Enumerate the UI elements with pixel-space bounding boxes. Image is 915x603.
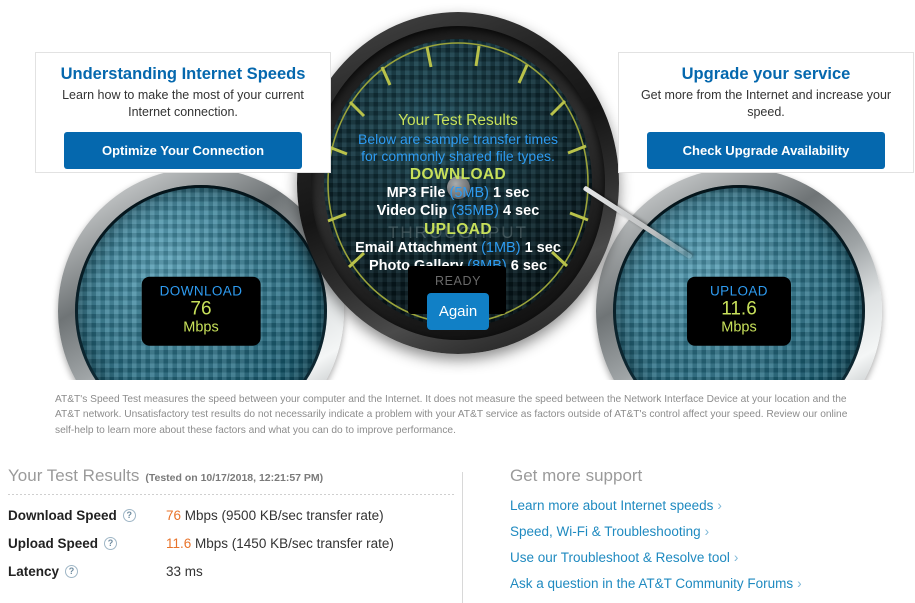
status-text: READY [434,274,482,288]
support-link-label: Use our Troubleshoot & Resolve tool [510,550,730,565]
transfer-name: MP3 File [386,184,446,201]
center-results-title: Your Test Results [398,112,518,129]
transfer-time: 1 sec [493,184,530,201]
bottom-section: Your Test Results (Tested on 10/17/2018,… [0,466,915,603]
center-results-subtitle-2: for commonly shared file types. [361,147,555,164]
result-row-upload-speed: Upload Speed ? 11.6 Mbps (1450 KB/sec tr… [8,536,456,551]
help-icon[interactable]: ? [104,537,118,550]
results-divider [8,494,456,495]
transfer-size: (35MB) [451,202,499,219]
support-link-resolve-tool[interactable]: Use our Troubleshoot & Resolve tool › [510,550,905,565]
promo-card-description: Learn how to make the most of your curre… [62,88,304,119]
promo-card-title: Upgrade your service [681,65,851,83]
result-value: 76 Mbps (9500 KB/sec transfer rate) [166,508,384,523]
upload-readout-unit: Mbps [721,320,757,337]
result-rest: 33 ms [166,564,203,579]
center-upload-heading: UPLOAD [424,221,492,239]
transfer-time: 6 sec [510,257,548,274]
support-link-label: Ask a question in the AT&T Community For… [510,576,794,591]
speed-test-page: DOWNLOAD 76 Mbps UPLOAD 11.6 Mbps THROUG… [0,0,915,603]
optimize-connection-button[interactable]: Optimize Your Connection [64,132,302,169]
transfer-row: MP3 File (5MB) 1 sec [323,185,593,203]
download-readout: DOWNLOAD 76 Mbps [141,276,261,346]
result-label-text: Upload Speed [8,536,99,551]
support-panel: Get more support Learn more about Intern… [510,466,905,602]
support-link-label: Learn more about Internet speeds [510,498,714,513]
promo-card-understanding-speeds: Understanding Internet Speeds Learn how … [35,52,331,173]
download-readout-unit: Mbps [183,320,219,337]
upload-readout-value: 11.6 [721,298,757,320]
result-rest: Mbps (1450 KB/sec transfer rate) [191,536,394,551]
result-value: 33 ms [166,564,203,579]
transfer-time: 4 sec [502,202,540,219]
upload-readout: UPLOAD 11.6 Mbps [687,276,791,346]
result-value: 11.6 Mbps (1450 KB/sec transfer rate) [166,536,394,551]
result-number: 76 [166,508,182,523]
center-download-heading: DOWNLOAD [409,166,507,184]
transfer-row: Email Attachment (1MB) 1 sec [323,240,593,258]
help-icon[interactable]: ? [65,565,79,578]
transfer-size: (1MB) [481,240,521,257]
result-rest: Mbps (9500 KB/sec transfer rate) [181,508,384,523]
transfer-size: (5MB) [449,184,489,201]
disclaimer-text: AT&T's Speed Test measures the speed bet… [55,394,848,436]
support-title: Get more support [510,466,643,485]
support-link-troubleshooting[interactable]: Speed, Wi-Fi & Troubleshooting › [510,524,905,539]
promo-card-upgrade-service: Upgrade your service Get more from the I… [618,52,914,173]
test-results-timestamp: (Tested on 10/17/2018, 12:21:57 PM) [145,472,324,484]
center-results-subtitle-1: Below are sample transfer times [358,130,558,147]
transfer-time: 1 sec [524,240,561,257]
result-label-text: Latency [8,564,60,579]
result-number: 11.6 [166,536,192,551]
transfer-name: Video Clip [376,202,448,219]
center-gauge: THROUGHPUT Your Test Results Below are s… [297,8,693,358]
result-row-download-speed: Download Speed ? 76 Mbps (9500 KB/sec tr… [8,508,456,523]
support-link-internet-speeds[interactable]: Learn more about Internet speeds › [510,498,905,513]
chevron-right-icon: › [733,550,739,565]
support-link-label: Speed, Wi-Fi & Troubleshooting [510,524,701,539]
result-label: Upload Speed ? [8,536,166,551]
chevron-right-icon: › [797,576,802,591]
transfer-row: Video Clip (35MB) 4 sec [323,203,593,221]
check-upgrade-availability-button[interactable]: Check Upgrade Availability [647,132,885,169]
chevron-right-icon: › [704,524,710,539]
result-label: Latency ? [8,564,166,579]
download-readout-label: DOWNLOAD [159,283,243,299]
result-row-latency: Latency ? 33 ms [8,564,456,579]
transfer-name: Email Attachment [355,240,478,257]
center-gauge-results: Your Test Results Below are sample trans… [323,112,593,276]
promo-card-description: Get more from the Internet and increase … [640,88,892,119]
help-icon[interactable]: ? [122,509,136,522]
chevron-right-icon: › [717,498,722,513]
upload-readout-label: UPLOAD [710,283,768,299]
again-button[interactable]: Again [427,293,489,330]
support-link-community-forums[interactable]: Ask a question in the AT&T Community For… [510,576,905,591]
result-label: Download Speed ? [8,508,166,523]
section-divider [462,472,463,603]
result-label-text: Download Speed [8,508,117,523]
promo-card-title: Understanding Internet Speeds [60,65,306,83]
test-results-title: Your Test Results [8,466,140,485]
upload-gauge: UPLOAD 11.6 Mbps [596,168,882,380]
test-results-header: Your Test Results (Tested on 10/17/2018,… [8,466,456,486]
download-readout-value: 76 [190,298,212,320]
test-results-panel: Your Test Results (Tested on 10/17/2018,… [8,466,456,579]
